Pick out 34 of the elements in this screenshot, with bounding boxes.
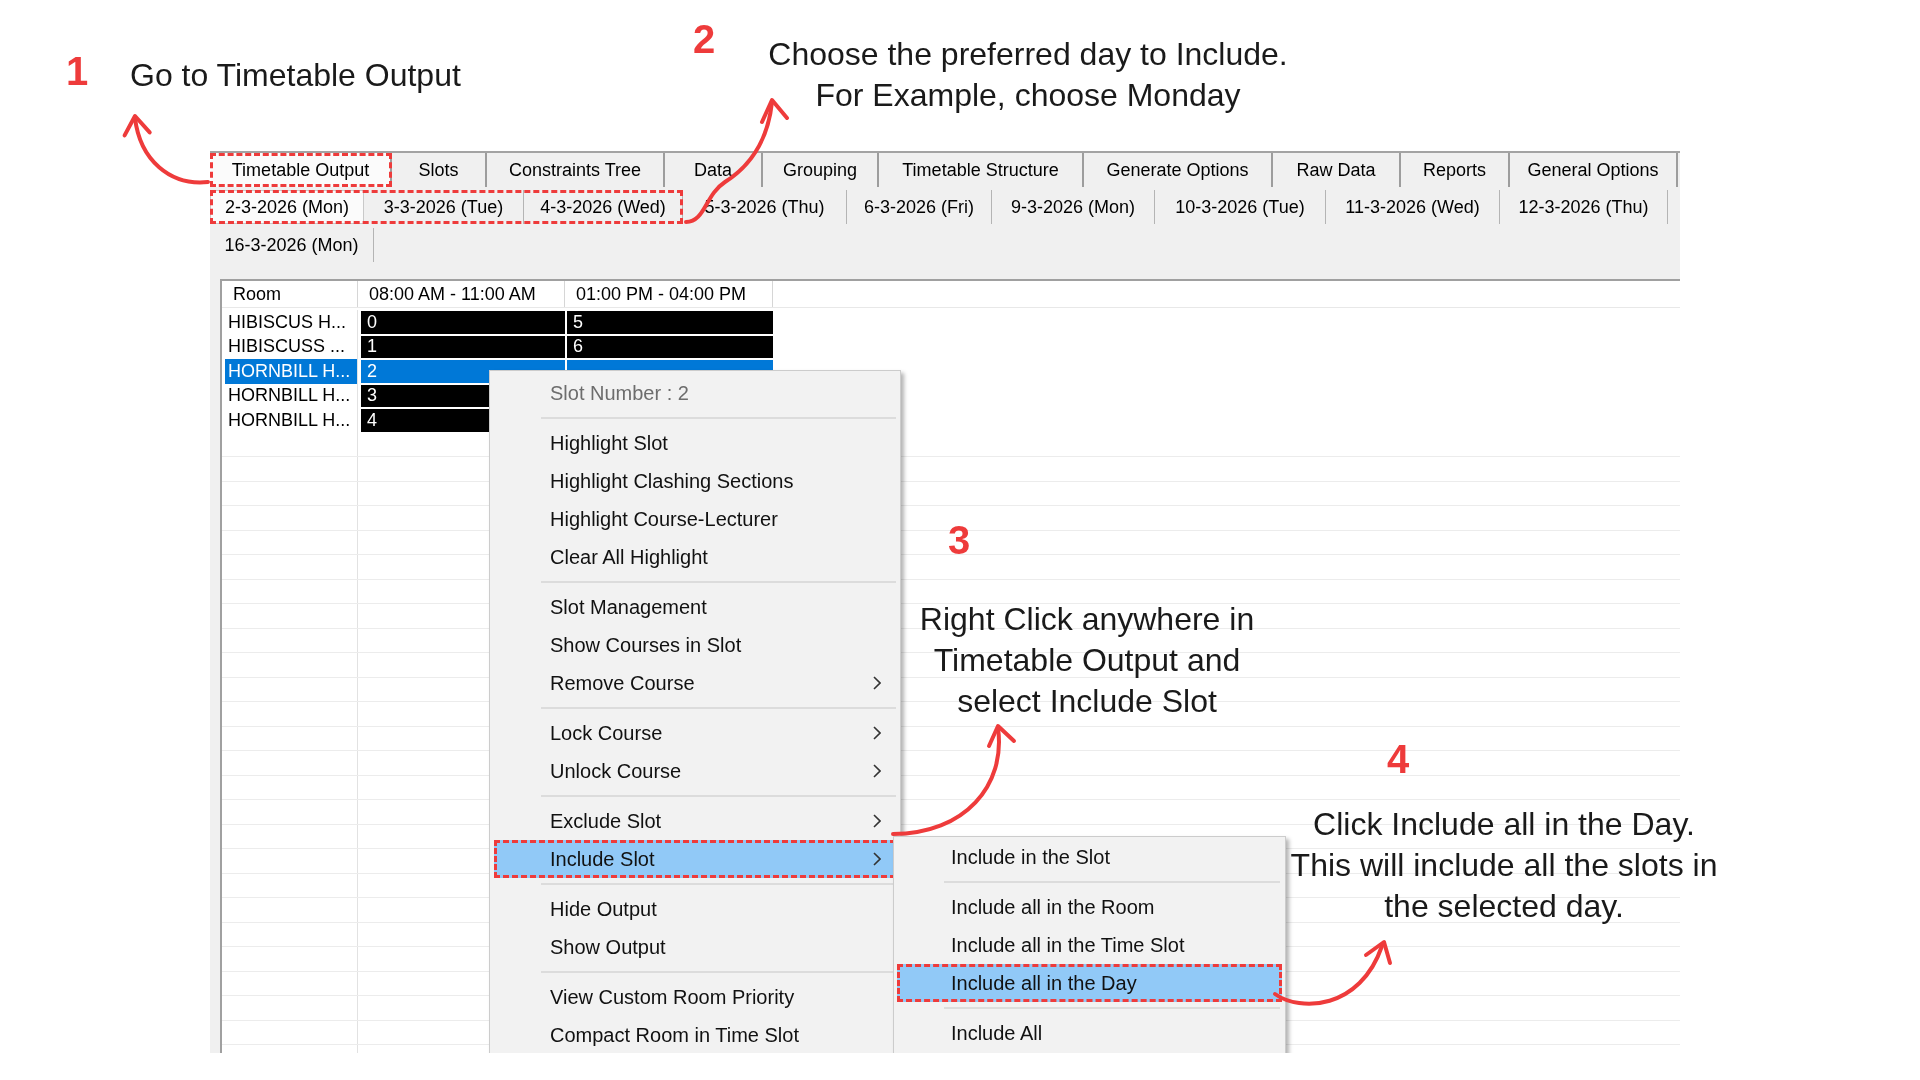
instruction-text: Go to Timetable Output [130,56,461,95]
column-header: 01:00 PM - 04:00 PM [565,281,773,307]
step-number: 1 [64,49,90,93]
menu-item[interactable]: Highlight Clashing Sections [494,462,896,500]
menu-item[interactable]: Highlight Course-Lecturer [494,500,896,538]
menu-item[interactable]: Include in the Slot [897,838,1282,876]
step-number: 4 [1385,737,1411,781]
table-cell: 6 [567,335,773,358]
menu-item[interactable]: Slot Management [494,588,896,626]
menu-item[interactable]: Hide Output [494,890,896,928]
menu-item[interactable]: Include all in the Day [897,964,1282,1002]
menu-item[interactable]: Include all in the Time Slot [897,926,1282,964]
column-header: Room [222,281,358,307]
menu-item[interactable]: Show Courses in Slot [494,626,896,664]
menu-item[interactable]: Clear All Highlight [494,538,896,576]
menu-item[interactable]: Compact Room in Time Slot [494,1016,896,1053]
menu-item[interactable]: Remove Course [494,664,896,702]
menu-item[interactable]: View Custom Room Priority [494,978,896,1016]
instruction-text: Click Include all in the Day. This will include all the slots in the selected day. [1290,805,1718,926]
instruction-text: Choose the preferred day to Include. For Example, choose Monday [768,35,1288,115]
menu-item[interactable]: Show Output [494,928,896,966]
menu-item[interactable]: Lock Course [494,714,896,752]
menu-item[interactable]: Unlock Course [494,752,896,790]
table-cell: HORNBILL H... [225,359,358,384]
table-cell: 0 [361,311,565,334]
menu-item[interactable]: Exclude Slot [494,802,896,840]
step-number: 2 [691,17,717,61]
table-cell: 5 [567,311,773,334]
menu-item[interactable]: Include all in the Room [897,888,1282,926]
menu-item[interactable]: Include All [897,1014,1282,1052]
step-number: 3 [946,518,972,562]
table-cell: 1 [361,335,565,358]
column-header: 08:00 AM - 11:00 AM [358,281,565,307]
instruction-text: Right Click anywhere in Timetable Output and select Include Slot [919,600,1255,721]
